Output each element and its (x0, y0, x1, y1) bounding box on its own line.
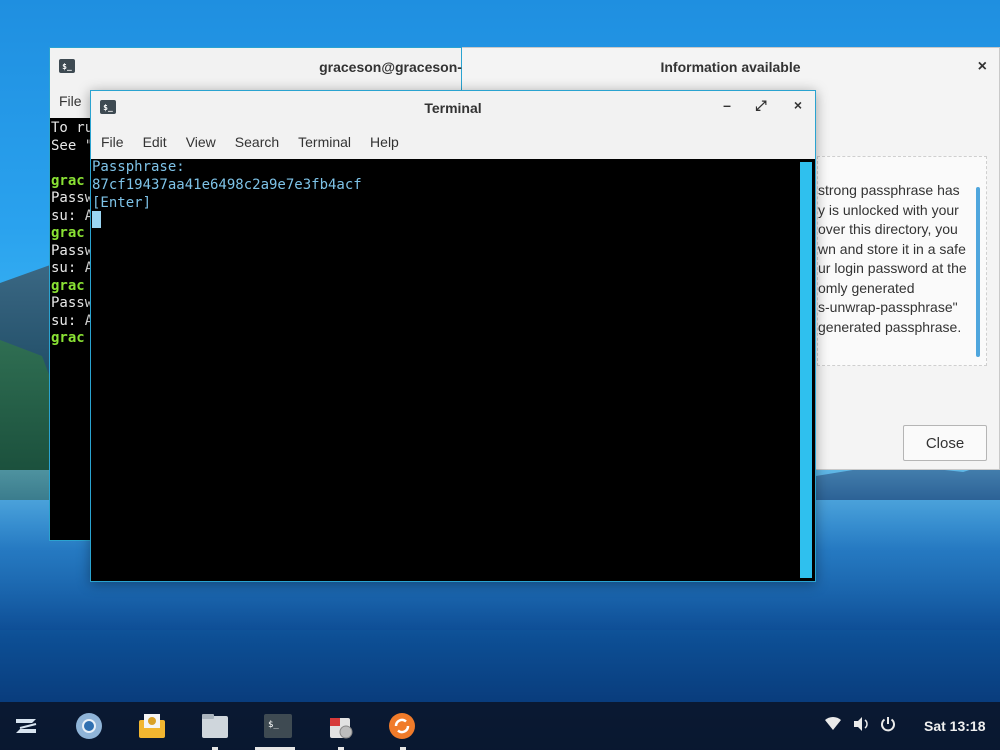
terminal-cursor (92, 211, 101, 228)
info-text-line: ur login password at the (818, 260, 967, 276)
menu-help[interactable]: Help (370, 134, 399, 150)
info-text-line: strong passphrase has (818, 182, 960, 198)
terminal-line: See " (51, 137, 94, 154)
terminal-titlebar[interactable]: $_ Terminal – ⤢ × (91, 91, 815, 125)
mail-icon[interactable] (136, 710, 168, 742)
terminal-line: su: A (51, 207, 94, 224)
back-terminal-title: graceson@graceson- (319, 59, 462, 75)
passphrase-line: 87cf19437aa41e6498c2a9e7e3fb4acf (92, 177, 362, 193)
back-terminal-titlebar[interactable]: $_ graceson@graceson- (50, 48, 462, 86)
info-dialog-message: strong passphrase has y is unlocked with… (817, 156, 987, 366)
info-text-line: y is unlocked with your (818, 202, 959, 218)
info-text-line: omly generated (818, 280, 915, 296)
terminal-prompt-line: grac (51, 172, 85, 189)
info-text-line: s-unwrap-passphrase" (818, 299, 958, 315)
terminal-line: Passw (51, 295, 94, 311)
updates-icon[interactable] (386, 710, 418, 742)
terminal-prompt-line: grac (51, 277, 85, 294)
terminal-line: Passphrase: (92, 159, 185, 175)
menu-search[interactable]: Search (235, 134, 279, 150)
menu-edit[interactable]: Edit (143, 134, 167, 150)
terminal-window: $_ Terminal – ⤢ × File Edit View Search … (90, 90, 816, 582)
back-menu-file[interactable]: File (59, 93, 82, 109)
terminal-line: To ru (51, 120, 94, 136)
info-dialog-close-button[interactable]: × (978, 58, 987, 76)
clock[interactable]: Sat 13:18 (924, 718, 985, 734)
terminal-menubar: File Edit View Search Terminal Help (91, 125, 815, 159)
terminal-line: su: A (51, 260, 94, 276)
menu-file[interactable]: File (101, 134, 124, 150)
taskbar: $_ Sat 13:18 (0, 702, 1000, 750)
info-dialog-title: Information available (660, 59, 801, 75)
terminal-icon[interactable]: $_ (262, 710, 294, 742)
terminal-line: Passw (51, 242, 94, 259)
zorin-menu-icon[interactable] (10, 710, 42, 742)
terminal-output[interactable]: Passphrase: 87cf19437aa41e6498c2a9e7e3fb… (91, 159, 815, 581)
chromium-icon[interactable] (73, 710, 105, 742)
terminal-title: Terminal (424, 100, 482, 116)
terminal-icon: $_ (100, 100, 116, 114)
terminal-line: Passw (51, 190, 94, 206)
menu-view[interactable]: View (186, 134, 216, 150)
wifi-icon[interactable] (824, 716, 842, 735)
power-icon[interactable] (880, 716, 896, 735)
info-text-line: over this directory, you (818, 221, 958, 237)
terminal-icon: $_ (59, 59, 75, 73)
menu-terminal[interactable]: Terminal (298, 134, 351, 150)
software-icon[interactable] (325, 710, 357, 742)
volume-icon[interactable] (852, 716, 870, 735)
minimize-button[interactable]: – (717, 97, 737, 113)
maximize-button[interactable]: ⤢ (751, 97, 771, 114)
files-icon[interactable] (199, 710, 231, 742)
back-terminal-output[interactable]: To ru See " grac Passw su: A grac Passw … (51, 120, 93, 348)
terminal-prompt-line: grac (51, 330, 85, 346)
info-dialog-titlebar[interactable]: Information available × (462, 48, 999, 86)
terminal-scrollbar[interactable] (800, 162, 812, 578)
svg-text:$_: $_ (268, 720, 279, 730)
info-text-line: generated passphrase. (818, 319, 962, 335)
terminal-line: su: A (51, 312, 94, 329)
info-text-line: wn and store it in a safe (818, 241, 966, 257)
terminal-line: [Enter] (92, 195, 152, 211)
close-button[interactable]: Close (903, 425, 987, 461)
terminal-prompt-line: grac (51, 225, 85, 241)
info-dialog-scrollbar[interactable] (976, 187, 980, 357)
close-window-button[interactable]: × (788, 97, 808, 113)
